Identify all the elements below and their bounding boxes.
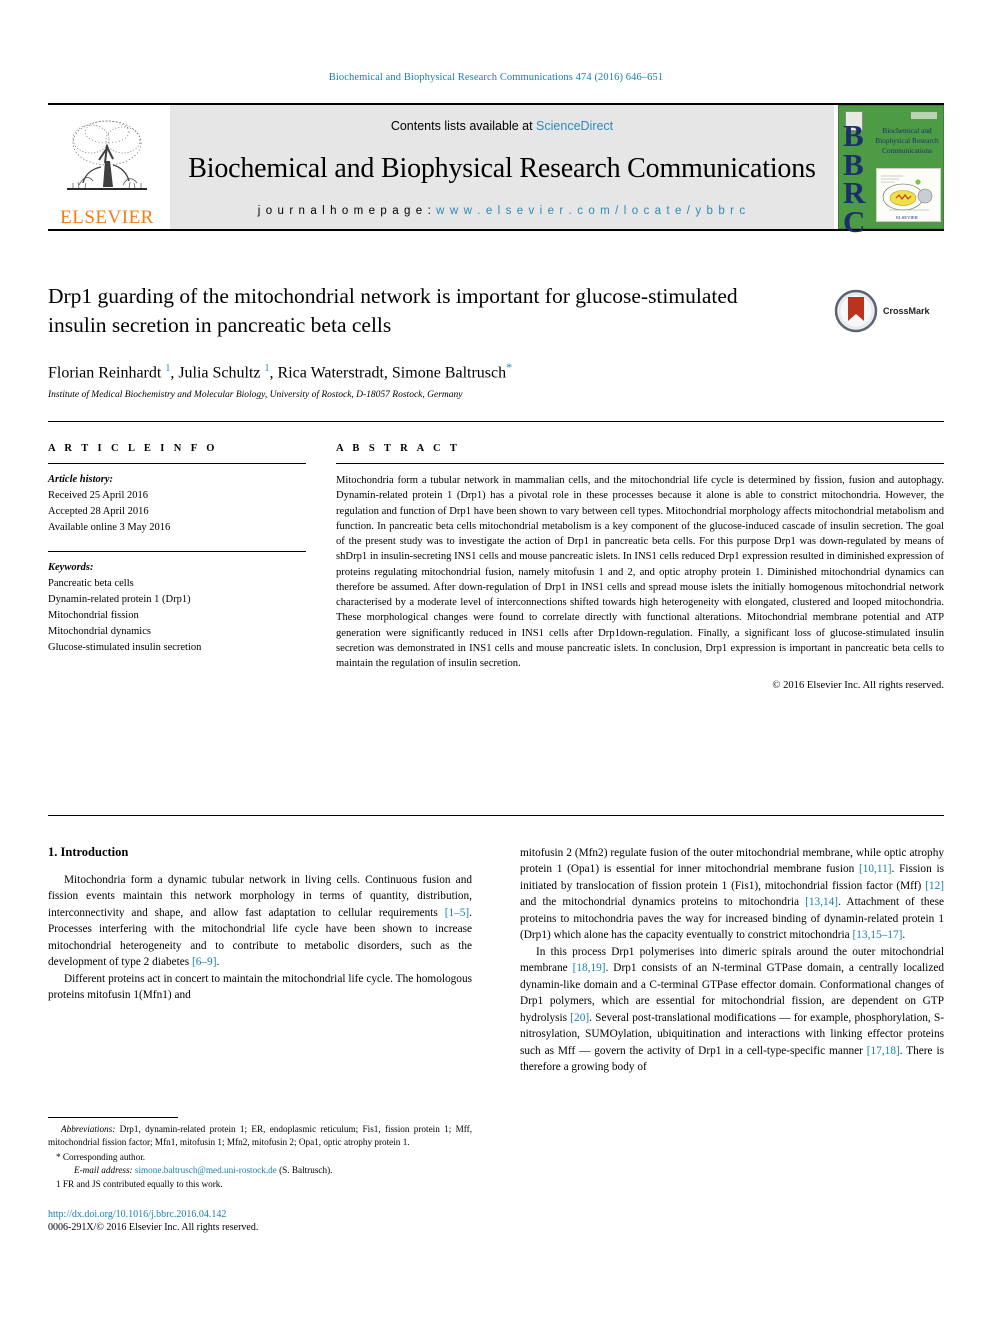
sciencedirect-link[interactable]: ScienceDirect — [536, 119, 613, 133]
elsevier-logo: ELSEVIER — [48, 105, 166, 229]
corresponding-author-mark: * — [506, 360, 513, 375]
keywords-rule — [48, 550, 306, 552]
footnotes-block: Abbreviations: Drp1, dynamin-related pro… — [48, 1117, 472, 1233]
journal-title: Biochemical and Biophysical Research Com… — [188, 152, 816, 184]
citation-13-14[interactable]: [13,14] — [805, 896, 838, 908]
abstract-rule — [336, 463, 944, 464]
crossmark-icon — [834, 289, 878, 333]
abstract-copyright: © 2016 Elsevier Inc. All rights reserved… — [772, 680, 944, 692]
citation-20[interactable]: [20] — [570, 1012, 589, 1024]
intro-paragraph-3: mitofusin 2 (Mfn2) regulate fusion of th… — [520, 845, 944, 944]
keyword-item: Dynamin-related protein 1 (Drp1) — [48, 593, 191, 605]
page-title: Drp1 guarding of the mitochondrial netwo… — [48, 284, 738, 337]
intro-paragraph-1: Mitochondria form a dynamic tubular netw… — [48, 872, 472, 971]
citation-13-15-17[interactable]: [13,15–17] — [853, 929, 903, 941]
email-label: E-mail address: — [74, 1165, 133, 1176]
crossmark-label: CrossMark — [883, 306, 930, 316]
crossmark-badge[interactable]: CrossMark — [834, 288, 944, 334]
cover-top-bar — [911, 112, 937, 119]
contents-prefix: Contents lists available at — [390, 119, 537, 133]
cover-acronym: BBRC — [843, 118, 865, 239]
keyword-item: Mitochondrial dynamics — [48, 625, 151, 637]
citation-1-5[interactable]: [1–5] — [445, 907, 469, 919]
intro-paragraph-4: In this process Drp1 polymerises into di… — [520, 944, 944, 1076]
body-right-column: mitofusin 2 (Mfn2) regulate fusion of th… — [520, 845, 944, 1076]
running-head: Biochemical and Biophysical Research Com… — [328, 72, 664, 83]
article-header: Drp1 guarding of the mitochondrial netwo… — [48, 282, 944, 400]
footnote-rule — [48, 1117, 178, 1118]
introduction-heading: 1. Introduction — [48, 845, 129, 859]
column-gap — [306, 443, 336, 691]
article-info-heading: A R T I C L E I N F O — [48, 443, 218, 454]
abstract-column: A B S T R A C T Mitochondria form a tubu… — [336, 443, 944, 691]
equal-contribution-note: 1 FR and JS contributed equally to this … — [56, 1179, 223, 1190]
elsevier-wordmark: ELSEVIER — [60, 207, 154, 228]
email-suffix: (S. Baltrusch). — [276, 1165, 333, 1176]
article-info-rule — [48, 463, 306, 464]
body-separator-rule — [48, 815, 944, 816]
intro-p3-e: . — [902, 929, 906, 942]
contents-available-line: Contents lists available at ScienceDirec… — [391, 119, 613, 133]
body-column-gap — [472, 845, 520, 1076]
citation-6-9[interactable]: [6–9] — [192, 956, 216, 968]
intro-p1-c: . — [216, 956, 220, 969]
history-online: Available online 3 May 2016 — [48, 521, 171, 533]
article-history-label: Article history: — [48, 474, 114, 485]
author-mark-2: 1 — [264, 363, 270, 375]
author-mark-1: 1 — [165, 363, 171, 375]
keyword-item: Pancreatic beta cells — [48, 577, 134, 589]
info-abstract-columns: A R T I C L E I N F O Article history: R… — [48, 443, 944, 691]
homepage-url-link[interactable]: w w w . e l s e v i e r . c o m / l o c … — [436, 205, 746, 217]
keyword-item: Glucose-stimulated insulin secretion — [48, 641, 202, 653]
body-left-column: 1. Introduction Mitochondria form a dyna… — [48, 845, 472, 1076]
abstract-heading: A B S T R A C T — [336, 443, 461, 454]
homepage-label: j o u r n a l h o m e p a g e : — [257, 204, 437, 217]
elsevier-tree-icon — [67, 120, 147, 190]
cover-footer: ELSEVIER — [896, 214, 918, 220]
citation-12[interactable]: [12] — [925, 880, 944, 892]
email-note: E-mail address: simone.baltrusch@med.uni… — [48, 1164, 472, 1177]
citation-17-18[interactable]: [17,18] — [867, 1045, 900, 1057]
affiliation: Institute of Medical Biochemistry and Mo… — [48, 389, 463, 400]
body-columns: 1. Introduction Mitochondria form a dyna… — [48, 845, 944, 1076]
journal-article-page: Biochemical and Biophysical Research Com… — [0, 0, 992, 1323]
journal-masthead: ELSEVIER Contents lists available at Sci… — [48, 103, 944, 237]
doi-link[interactable]: http://dx.doi.org/10.1016/j.bbrc.2016.04… — [48, 1209, 472, 1220]
masthead-center: Contents lists available at ScienceDirec… — [170, 105, 834, 229]
journal-cover-thumbnail: BBRC Biochemical and Biophysical Researc… — [838, 105, 944, 237]
abbreviations-label: Abbreviations: — [61, 1124, 116, 1134]
intro-p1-a: Mitochondria form a dynamic tubular netw… — [48, 874, 472, 919]
abbreviations-note: Abbreviations: Drp1, dynamin-related pro… — [48, 1123, 472, 1150]
history-received: Received 25 April 2016 — [48, 489, 149, 501]
article-info-column: A R T I C L E I N F O Article history: R… — [48, 443, 306, 691]
corresponding-author-note: * Corresponding author. — [56, 1151, 146, 1162]
citation-10-11[interactable]: [10,11] — [859, 863, 892, 875]
keyword-item: Mitochondrial fission — [48, 609, 139, 621]
email-link[interactable]: simone.baltrusch@med.uni-rostock.de — [135, 1165, 277, 1175]
article-history: Article history: Received 25 April 2016 … — [48, 472, 306, 536]
keywords-label: Keywords: — [48, 561, 94, 573]
info-separator-rule — [48, 421, 944, 422]
journal-homepage-line: j o u r n a l h o m e p a g e : w w w . … — [258, 205, 746, 217]
keywords-block: Keywords: Pancreatic beta cells Dynamin-… — [48, 560, 306, 656]
masthead-bottom-rule — [48, 229, 944, 231]
issn-copyright: 0006-291X/© 2016 Elsevier Inc. All right… — [48, 1221, 259, 1233]
abstract-text: Mitochondria form a tubular network in m… — [336, 475, 944, 669]
cover-journal-title: Biochemical and Biophysical Research Com… — [875, 126, 939, 155]
intro-paragraph-2: Different proteins act in concert to mai… — [48, 972, 472, 1002]
citation-18-19[interactable]: [18,19] — [573, 962, 606, 974]
author-list: Florian Reinhardt 1, Julia Schultz 1, Ri… — [48, 360, 513, 382]
intro-p3-c: and the mitochondrial dynamics proteins … — [520, 896, 806, 909]
history-accepted: Accepted 28 April 2016 — [48, 505, 149, 517]
